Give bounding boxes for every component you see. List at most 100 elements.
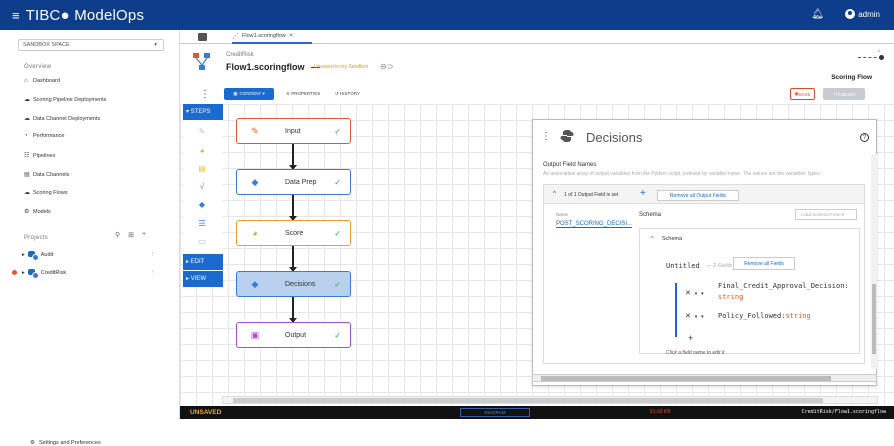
scrollbar-thumb[interactable] (541, 376, 831, 381)
table-step-icon[interactable]: ▤ (196, 164, 208, 173)
connector-arrow (289, 195, 297, 221)
more-options-icon[interactable]: ⋮ (200, 89, 210, 100)
chevron-down-icon: ▾ (154, 42, 157, 48)
field-type[interactable]: string (718, 293, 743, 301)
input-step-icon[interactable]: ✎ (196, 127, 208, 136)
sidebar-item-data-channel-deployments[interactable]: ☁ Data Channel Deployments (24, 115, 174, 123)
field-count-label: 1 of 1 Output Field is set (564, 192, 619, 198)
add-schema-field-icon[interactable]: + (688, 333, 693, 343)
edit-header[interactable]: ▸ EDIT (183, 254, 223, 270)
schema-box: ^ Schema Untitled — 2 Fields Remove all … (639, 228, 860, 356)
field-name[interactable]: Policy_Followed:string (718, 312, 811, 320)
field-menu-icon[interactable]: ▾ (695, 314, 698, 320)
hamburger-menu-icon[interactable]: ≡ (12, 8, 20, 23)
content-button[interactable]: ▦ CONTENT ▾ (224, 88, 274, 100)
connector-arrow (289, 144, 297, 170)
python-step-icon[interactable]: ◆ (196, 200, 208, 209)
remove-all-output-fields-button[interactable]: Remove all Output Fields (657, 190, 739, 201)
node-input[interactable]: ✎ Input ✓ (236, 118, 351, 144)
node-label: Input (285, 127, 301, 135)
remove-field-icon[interactable]: ✕ (685, 313, 691, 320)
sidebar-item-dashboard[interactable]: ⌂ Dashboard (24, 78, 174, 84)
status-mode[interactable]: DIAGRAM (460, 408, 530, 417)
settings-link[interactable]: ⚙ Settings and Preferences (30, 440, 101, 446)
flow-type-label: Scoring Flow (831, 74, 872, 81)
sidebar-item-performance[interactable]: ◔ Performance (24, 133, 174, 139)
steps-header[interactable]: ▾ STEPS (183, 104, 223, 120)
check-icon: ✓ (334, 126, 341, 136)
properties-button[interactable]: ⚟ PROPERTIES (286, 91, 320, 97)
sidebar-item-pipelines[interactable]: ☷ Pipelines (24, 152, 174, 160)
notification-bell-icon[interactable]: 🔔︎ (811, 9, 824, 20)
scrollbar-thumb[interactable] (872, 284, 876, 354)
add-project-icon[interactable]: + (142, 231, 146, 239)
more-options-icon[interactable]: ⋮ (150, 252, 156, 258)
briefcase-icon[interactable] (198, 33, 207, 41)
sidebar: SANDBOX SPACE ▾ Overview ⌂ Dashboard ☁ Scor… (0, 30, 180, 446)
sidebar-item-scoring-pipeline-deployments[interactable]: ☁ Scoring Pipeline Deployments (24, 96, 174, 104)
tab-flow1-scoringflow[interactable]: ⋰ Flow1.scoringflow ✕ (232, 30, 312, 44)
scrollbar-thumb[interactable] (233, 398, 823, 403)
panel-horizontal-scrollbar[interactable] (532, 374, 877, 382)
projects-toolbar: ⚲ ⊞ + (115, 231, 146, 239)
version-slider[interactable] (858, 55, 884, 60)
project-name: CreditRisk (226, 52, 254, 58)
collapse-caret-icon[interactable]: ^ (553, 191, 556, 197)
node-data-prep[interactable]: ◆ Data Prep ✓ (236, 169, 351, 195)
save-button[interactable]: ▣ SAVE (790, 88, 815, 100)
remove-field-icon[interactable]: ✕ (685, 290, 691, 297)
publish-button[interactable]: ⇪ PUBLISH (823, 88, 865, 100)
expand-caret-icon[interactable]: ▸ (22, 270, 25, 276)
output-field-name[interactable]: POST_SCORING_DECISI... (556, 221, 633, 228)
remove-all-fields-button[interactable]: Remove all Fields (733, 257, 795, 270)
model-icon: ⚙ (24, 209, 30, 215)
user-menu[interactable]: admin (845, 9, 880, 19)
expand-caret-icon[interactable]: ▸ (22, 252, 25, 258)
import-icon[interactable]: ⊞ (128, 231, 134, 239)
project-item-audit[interactable]: ▸ Audit ⋮ (22, 250, 156, 261)
output-step-icon[interactable]: ▭ (196, 237, 208, 246)
cloud-icon: ☁ (24, 116, 30, 122)
field-type[interactable]: string (785, 312, 810, 320)
panel-vertical-scrollbar[interactable] (871, 154, 877, 369)
history-button[interactable]: ↺ HISTORY (335, 91, 360, 97)
edit-hint: Click a field name to edit it (666, 350, 725, 356)
project-item-creditrisk[interactable]: ▸ CreditRisk ⋮ (12, 268, 156, 279)
connector-arrow (289, 297, 297, 323)
more-options-icon[interactable]: ⋮ (541, 131, 551, 142)
load-schema-dropdown[interactable]: Load Schema From ▾ (795, 209, 857, 220)
list-step-icon[interactable]: ☰ (196, 219, 208, 228)
version-number: 1 (877, 48, 880, 53)
node-decisions[interactable]: ◆ Decisions ✓ (236, 271, 351, 297)
editor-tabstrip: ⋰ Flow1.scoringflow ✕ (180, 30, 894, 44)
sidebar-item-scoring-flows[interactable]: ☁ Scoring Flows (24, 189, 174, 197)
sidebar-item-models[interactable]: ⚙ Models (24, 208, 174, 216)
node-label: Score (285, 229, 304, 237)
unsaved-dot-icon (12, 270, 17, 275)
view-header[interactable]: ▸ VIEW (183, 271, 223, 287)
close-icon[interactable]: ✕ (289, 33, 294, 39)
search-icon[interactable]: ⚲ (115, 231, 120, 239)
field-name[interactable]: Final_Credit_Approval_Decision: (718, 282, 849, 290)
help-icon[interactable]: ? (860, 133, 869, 142)
python-icon (560, 130, 574, 142)
scoring-flow-logo (193, 53, 210, 70)
canvas-horizontal-scrollbar[interactable] (222, 396, 878, 404)
field-type-caret-icon[interactable]: ▾ (701, 291, 704, 297)
node-score[interactable]: ◕ Score ✓ (236, 220, 351, 246)
add-field-icon[interactable]: + (640, 188, 646, 199)
score-step-icon[interactable]: ◕ (196, 146, 208, 155)
more-options-icon[interactable]: ⋮ (150, 270, 156, 276)
overview-heading: Overview (24, 64, 52, 70)
node-output[interactable]: ▣ Output ✓ (236, 322, 351, 348)
formula-step-icon[interactable]: √ (196, 182, 208, 191)
flow-name: Flow1.scoringflow — (226, 62, 321, 72)
panel-title: Decisions (586, 130, 643, 145)
link-icon[interactable]: ⊖⊃ (380, 62, 393, 71)
field-menu-icon[interactable]: ▾ (695, 291, 698, 297)
space-selector[interactable]: SANDBOX SPACE ▾ (18, 39, 164, 51)
collapse-caret-icon[interactable]: ^ (651, 236, 654, 242)
sidebar-item-data-channels[interactable]: ▤ Data Channels (24, 171, 174, 179)
schema-name[interactable]: Untitled (666, 262, 700, 270)
field-type-caret-icon[interactable]: ▾ (701, 314, 704, 320)
